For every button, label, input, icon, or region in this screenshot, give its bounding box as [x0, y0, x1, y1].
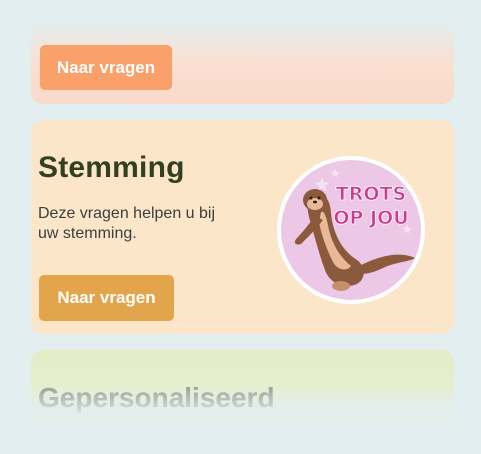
otter-sticker-icon: TROTS OP JOU [277, 156, 425, 304]
otter-eye [317, 196, 321, 200]
card-mood: Stemming Deze vragen helpen u bij uw ste… [31, 120, 454, 334]
page: Naar vragen Stemming Deze vragen helpen … [0, 0, 481, 454]
otter-nose [313, 200, 317, 204]
otter-foot [332, 281, 350, 291]
mood-description: Deze vragen helpen u bij uw stemming. [38, 205, 216, 242]
card-previous: Naar vragen [31, 20, 454, 104]
scroll-fade [0, 388, 481, 418]
sticker-text-line1: TROTS [336, 183, 406, 205]
mood-title: Stemming [38, 151, 185, 184]
mood-to-questions-button[interactable]: Naar vragen [39, 275, 174, 321]
otter-eye [309, 196, 313, 200]
to-questions-button[interactable]: Naar vragen [40, 45, 172, 90]
otter-muzzle [307, 198, 323, 210]
sticker-text-line2: OP JOU [333, 207, 408, 229]
